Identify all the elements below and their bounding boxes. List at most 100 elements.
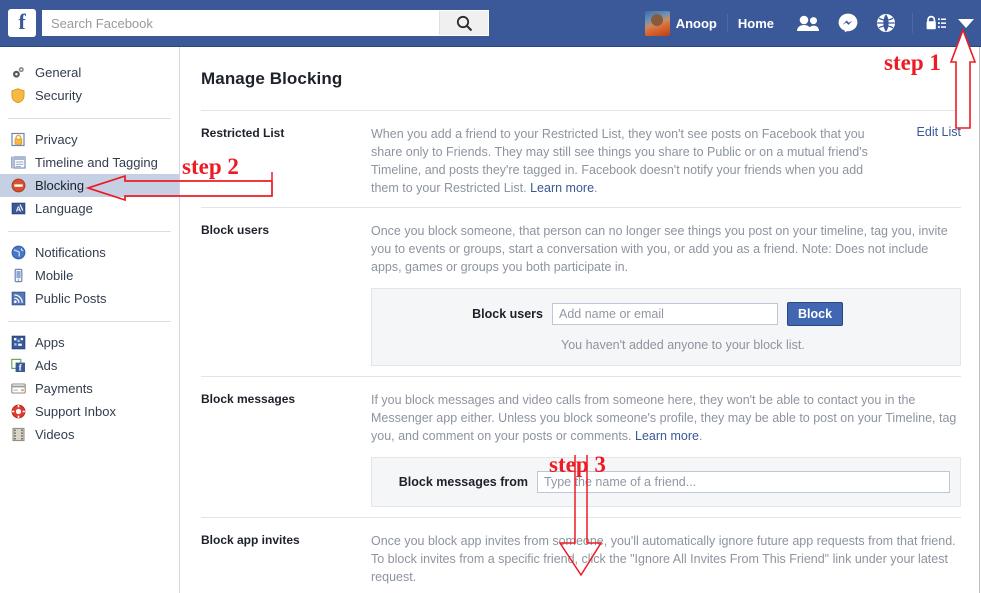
description-tail: .: [698, 429, 703, 443]
sidebar-item-label: Privacy: [35, 132, 78, 147]
avatar[interactable]: [644, 10, 670, 36]
nav-user-name[interactable]: Anoop: [676, 16, 717, 31]
sidebar-item-public-posts[interactable]: Public Posts: [0, 287, 179, 310]
sidebar-group-3: Notifications Mobile Public Posts: [0, 241, 179, 316]
block-button[interactable]: Block: [787, 302, 844, 326]
sidebar-item-label: Language: [35, 201, 93, 216]
learn-more-link[interactable]: Learn more: [635, 429, 699, 443]
sidebar-item-label: Payments: [35, 381, 93, 396]
section-body: Once you block app invites from someone,…: [371, 532, 961, 593]
section-label: Block users: [201, 223, 270, 237]
block-users-field-label: Block users: [472, 307, 543, 321]
nav-divider: [726, 14, 728, 32]
globe-icon: [10, 245, 26, 261]
gears-icon: [10, 65, 26, 81]
section-label: Block app invites: [201, 533, 300, 547]
section-label: Block messages: [201, 392, 296, 406]
page-title: Manage Blocking: [201, 69, 343, 88]
block-messages-from-input[interactable]: [537, 471, 950, 493]
ads-icon: f: [10, 358, 26, 374]
sidebar-item-privacy[interactable]: Privacy: [0, 128, 179, 151]
sidebar-item-label: Ads: [35, 358, 58, 373]
apps-icon: [10, 335, 26, 351]
privacy-and-account-group: [925, 15, 975, 31]
settings-sidebar: General Security Privacy Timeline and Ta…: [0, 47, 180, 593]
sidebar-item-language[interactable]: A Language: [0, 197, 179, 220]
sidebar-item-payments[interactable]: Payments: [0, 377, 179, 400]
nav-divider-2: [912, 13, 913, 33]
payments-card-icon: [10, 381, 26, 397]
notifications-globe-icon[interactable]: [876, 13, 896, 33]
shield-icon: [10, 88, 26, 104]
block-list-empty-note: You haven't added anyone to your block l…: [561, 338, 805, 352]
learn-more-link[interactable]: Learn more: [530, 181, 594, 195]
facebook-f-logo-icon[interactable]: f: [8, 9, 36, 37]
sidebar-item-support-inbox[interactable]: Support Inbox: [0, 400, 179, 423]
lifebuoy-icon: [10, 404, 26, 420]
sidebar-item-label: General: [35, 65, 82, 80]
sidebar-item-label: Public Posts: [35, 291, 107, 306]
block-messages-form: Block messages from: [371, 457, 961, 507]
sidebar-item-label: Blocking: [35, 178, 85, 193]
edit-list-link[interactable]: Edit List: [917, 125, 961, 139]
sidebar-item-label: Notifications: [35, 245, 106, 260]
mobile-icon: [10, 268, 26, 284]
sidebar-item-label: Videos: [35, 427, 75, 442]
sidebar-item-apps[interactable]: Apps: [0, 331, 179, 354]
language-icon: A: [10, 201, 26, 217]
block-users-form: Block users Block You haven't added anyo…: [371, 288, 961, 366]
account-dropdown-caret-icon[interactable]: [957, 17, 975, 29]
sidebar-item-label: Timeline and Tagging: [35, 155, 158, 170]
friend-requests-icon[interactable]: [796, 15, 820, 32]
sidebar-item-security[interactable]: Security: [0, 84, 179, 107]
section-body: When you add a friend to your Restricted…: [371, 125, 961, 197]
section-description: Once you block someone, that person can …: [371, 224, 948, 274]
sidebar-item-blocking[interactable]: Blocking: [0, 174, 179, 197]
block-messages-row: Block messages from: [382, 471, 950, 493]
top-nav-right-group: Anoop Home: [644, 0, 981, 46]
block-users-row: Block users Block: [382, 302, 950, 326]
block-messages-field-label: Block messages from: [398, 475, 528, 489]
timeline-icon: [10, 155, 26, 171]
privacy-shortcuts-lock-icon[interactable]: [925, 15, 947, 31]
section-block-app-invites: Block app invites Once you block app inv…: [201, 517, 961, 593]
rss-icon: [10, 291, 26, 307]
top-navigation-bar: f Anoop Home: [0, 0, 981, 47]
sidebar-item-label: Security: [35, 88, 82, 103]
section-body: If you block messages and video calls fr…: [371, 391, 961, 507]
nav-home-link[interactable]: Home: [738, 16, 774, 31]
search-icon: [456, 15, 472, 31]
main-content: Manage Blocking Restricted List When you…: [181, 47, 980, 593]
block-circle-icon: [10, 178, 26, 194]
section-description: If you block messages and video calls fr…: [371, 391, 961, 445]
settings-sections: Restricted List When you add a friend to…: [181, 110, 979, 593]
section-body: Once you block someone, that person can …: [371, 222, 961, 366]
sidebar-item-timeline-and-tagging[interactable]: Timeline and Tagging: [0, 151, 179, 174]
sidebar-item-general[interactable]: General: [0, 61, 179, 84]
sidebar-divider: [8, 321, 171, 322]
search-input[interactable]: [43, 11, 439, 35]
section-label: Restricted List: [201, 126, 285, 140]
section-block-users: Block users Once you block someone, that…: [201, 207, 961, 376]
sidebar-group-4: Apps f Ads Payments Support Inbox Videos: [0, 331, 179, 452]
sidebar-group-1: General Security: [0, 61, 179, 113]
search-button[interactable]: [439, 11, 488, 35]
search-bar: [42, 10, 489, 36]
sidebar-item-notifications[interactable]: Notifications: [0, 241, 179, 264]
film-icon: [10, 427, 26, 443]
section-restricted-list: Restricted List When you add a friend to…: [201, 110, 961, 207]
sidebar-item-label: Apps: [35, 335, 65, 350]
sidebar-item-label: Mobile: [35, 268, 74, 283]
block-users-input[interactable]: [552, 303, 778, 325]
facebook-settings-page: f Anoop Home: [0, 0, 981, 593]
sidebar-item-ads[interactable]: f Ads: [0, 354, 179, 377]
messenger-icon[interactable]: [838, 13, 858, 33]
sidebar-item-mobile[interactable]: Mobile: [0, 264, 179, 287]
sidebar-item-videos[interactable]: Videos: [0, 423, 179, 446]
section-block-messages: Block messages If you block messages and…: [201, 376, 961, 517]
section-description: When you add a friend to your Restricted…: [371, 125, 961, 197]
sidebar-item-label: Support Inbox: [35, 404, 116, 419]
sidebar-divider: [8, 231, 171, 232]
description-text: When you add a friend to your Restricted…: [371, 127, 868, 195]
sidebar-group-2: Privacy Timeline and Tagging Blocking A …: [0, 128, 179, 226]
